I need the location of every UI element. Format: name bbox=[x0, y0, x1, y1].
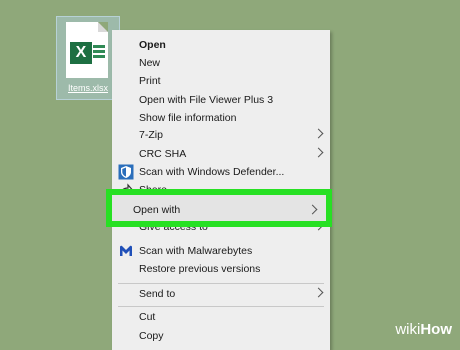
menu-separator bbox=[118, 306, 324, 307]
desktop-file-items-xlsx[interactable]: X Items.xlsx bbox=[56, 16, 120, 100]
menu-item-label: Scan with Malwarebytes bbox=[139, 245, 253, 257]
menu-item-scan-windows-defender[interactable]: Scan with Windows Defender... bbox=[112, 163, 330, 182]
menu-item-label: Open with bbox=[133, 204, 181, 216]
watermark-brand-a: wiki bbox=[395, 321, 421, 338]
chevron-right-icon bbox=[307, 204, 318, 215]
menu-item-label: Print bbox=[139, 75, 161, 87]
menu-item-open-with[interactable]: Open with bbox=[106, 189, 332, 227]
menu-item-label: CRC SHA bbox=[139, 148, 187, 160]
menu-item-crc-sha[interactable]: CRC SHA bbox=[112, 145, 330, 164]
menu-item-label: Copy bbox=[139, 330, 164, 342]
excel-file-icon: X bbox=[66, 22, 108, 78]
menu-item-label: New bbox=[139, 57, 161, 69]
spreadsheet-grid-icon bbox=[93, 45, 105, 60]
file-name-label: Items.xlsx bbox=[67, 83, 108, 93]
chevron-right-icon bbox=[313, 287, 324, 298]
menu-item-7zip[interactable]: 7-Zip bbox=[112, 126, 330, 145]
watermark-brand-b: How bbox=[420, 321, 452, 338]
menu-item-new[interactable]: New bbox=[112, 54, 330, 73]
excel-logo: X bbox=[70, 42, 92, 64]
menu-item-label: Restore previous versions bbox=[139, 263, 261, 275]
menu-item-label: Open with File Viewer Plus 3 bbox=[139, 94, 274, 106]
windows-defender-icon bbox=[118, 164, 134, 180]
chevron-right-icon bbox=[313, 147, 324, 158]
menu-item-send-to[interactable]: Send to bbox=[112, 285, 330, 304]
chevron-right-icon bbox=[313, 128, 324, 139]
menu-item-open-with-file-viewer[interactable]: Open with File Viewer Plus 3 bbox=[112, 91, 330, 110]
malwarebytes-icon bbox=[120, 245, 132, 256]
menu-item-label: Scan with Windows Defender... bbox=[139, 166, 285, 178]
menu-item-label: Send to bbox=[139, 288, 176, 300]
menu-item-scan-malwarebytes[interactable]: Scan with Malwarebytes bbox=[112, 242, 330, 261]
menu-item-open[interactable]: Open bbox=[112, 36, 330, 55]
menu-item-restore-previous-versions[interactable]: Restore previous versions bbox=[112, 260, 330, 279]
menu-item-label: Open bbox=[139, 39, 166, 51]
menu-separator bbox=[118, 283, 324, 284]
menu-item-label: Show file information bbox=[139, 112, 237, 124]
menu-item-cut[interactable]: Cut bbox=[112, 308, 330, 327]
menu-item-label: 7-Zip bbox=[139, 129, 163, 141]
menu-item-copy[interactable]: Copy bbox=[112, 327, 330, 346]
menu-item-print[interactable]: Print bbox=[112, 72, 330, 91]
menu-item-label: Cut bbox=[139, 311, 156, 323]
wikihow-watermark: wikiHow bbox=[395, 321, 452, 338]
